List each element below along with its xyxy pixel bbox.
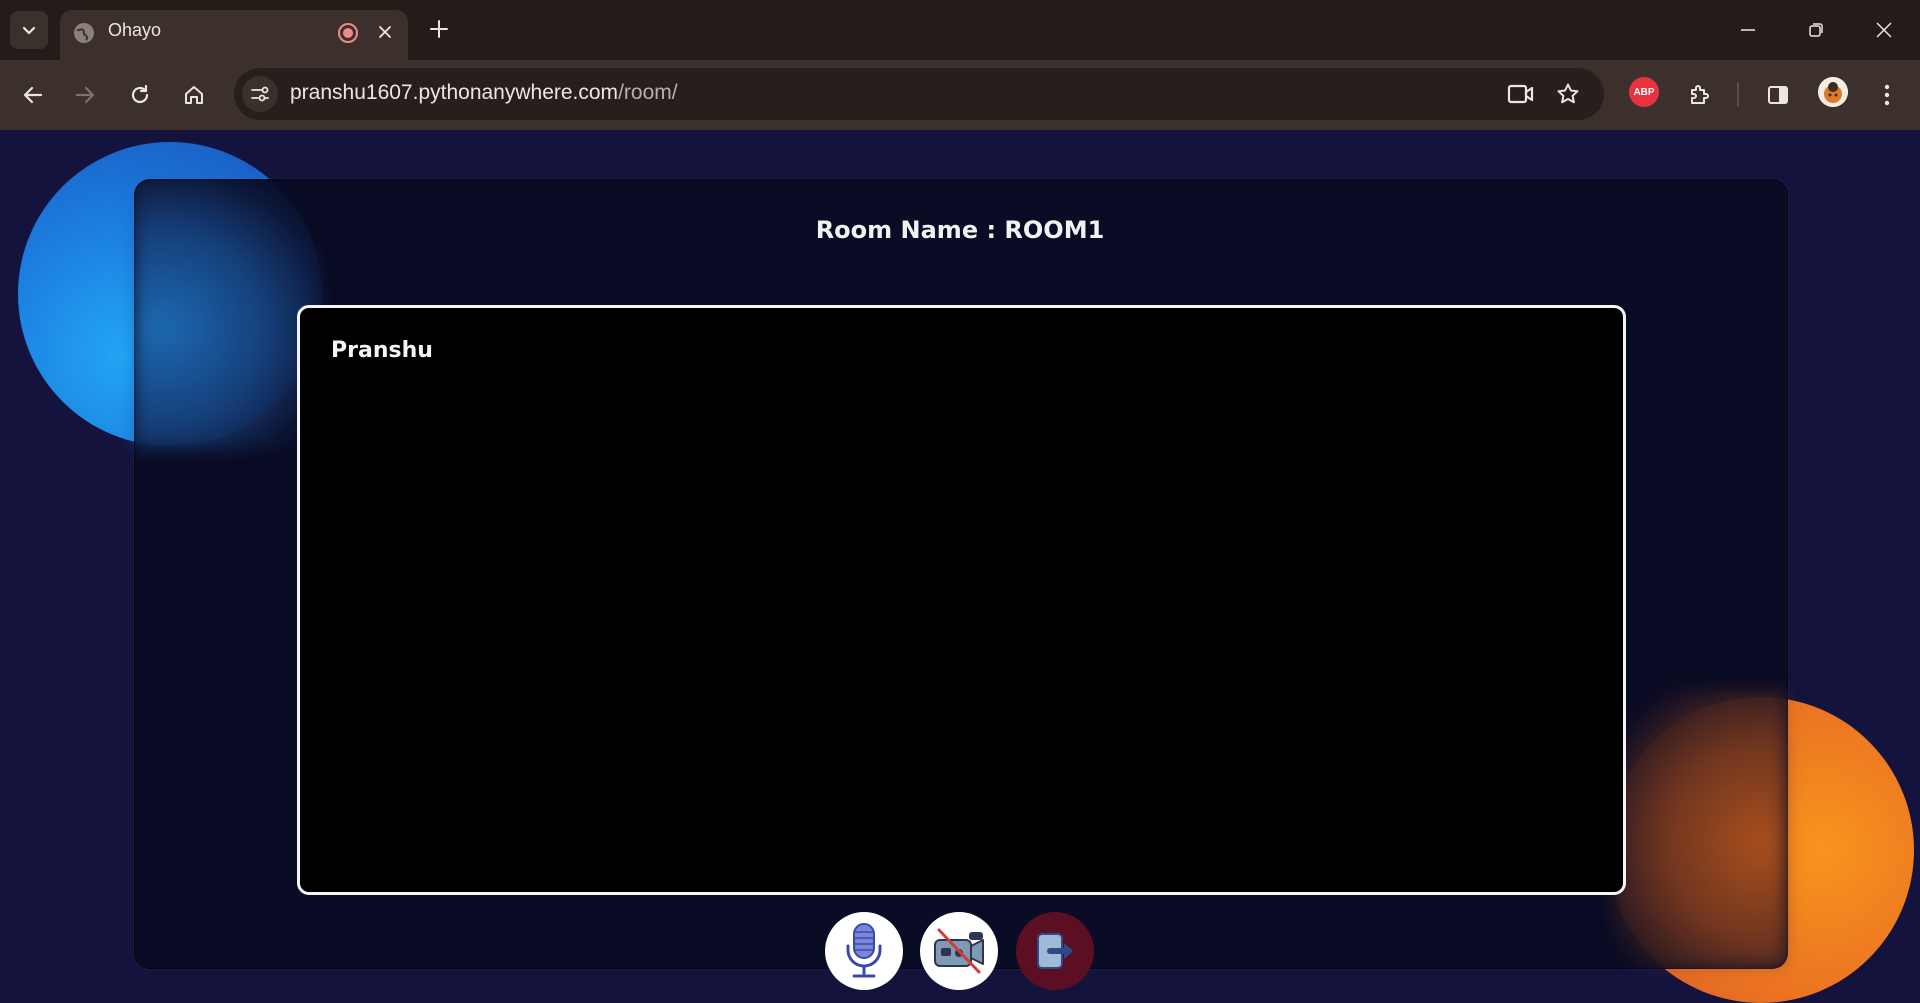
camera-permission-button[interactable]	[1506, 79, 1536, 109]
avatar[interactable]	[1818, 77, 1848, 107]
extensions-button[interactable]	[1680, 76, 1718, 114]
side-panel-icon	[1768, 86, 1788, 104]
room-label: Room Name :	[815, 216, 1005, 244]
close-window-button[interactable]	[1866, 13, 1902, 47]
restore-button[interactable]	[1798, 13, 1834, 47]
globe-icon	[74, 23, 94, 43]
camera-toggle-button[interactable]	[920, 912, 998, 990]
leave-room-button[interactable]	[1016, 912, 1094, 990]
forward-button[interactable]	[66, 76, 104, 114]
tab-title: Ohayo	[108, 20, 162, 40]
tab-close-button[interactable]	[372, 19, 398, 45]
address-bar[interactable]: pranshu1607.pythonanywhere.com/room/	[234, 68, 1604, 120]
camera-off-icon	[934, 928, 984, 974]
forward-icon	[75, 86, 95, 104]
toolbar-separator	[1737, 82, 1739, 106]
back-icon	[23, 86, 43, 104]
chevron-down-icon	[22, 26, 36, 35]
side-panel-button[interactable]	[1759, 76, 1797, 114]
new-tab-button[interactable]	[424, 14, 454, 44]
browser-tab[interactable]: Ohayo	[60, 10, 408, 60]
close-icon	[379, 26, 391, 38]
room-page: Room Name : ROOM1 Pranshu	[0, 130, 1920, 1003]
video-tile: Pranshu	[297, 305, 1626, 895]
room-title: Room Name : ROOM1	[0, 216, 1920, 244]
tab-strip: Ohayo	[0, 0, 1920, 60]
star-icon	[1557, 83, 1579, 104]
adblock-extension-button[interactable]: ABP	[1629, 77, 1659, 107]
microphone-icon	[846, 923, 882, 978]
browser-menu-button[interactable]	[1868, 76, 1906, 114]
browser-toolbar: pranshu1607.pythonanywhere.com/room/ ABP	[0, 60, 1920, 130]
leave-icon	[1037, 933, 1073, 969]
camera-icon	[1507, 84, 1534, 104]
profile-avatar-icon	[1818, 77, 1848, 107]
microphone-button[interactable]	[825, 912, 903, 990]
tab-search-button[interactable]	[10, 11, 48, 49]
participant-name: Pranshu	[331, 338, 433, 363]
site-settings-icon	[251, 86, 269, 102]
plus-icon	[430, 20, 448, 38]
url-host: pranshu1607.pythonanywhere.com	[290, 81, 619, 104]
reload-icon	[131, 84, 149, 104]
back-button[interactable]	[14, 76, 52, 114]
url-text: pranshu1607.pythonanywhere.com/room/	[290, 81, 678, 105]
minimize-button[interactable]	[1730, 13, 1766, 47]
bookmark-button[interactable]	[1553, 79, 1583, 109]
kebab-menu-icon	[1884, 84, 1890, 106]
restore-icon	[1809, 23, 1823, 37]
reload-button[interactable]	[121, 76, 159, 114]
panel-orange-glow	[1612, 690, 1786, 967]
site-settings-button[interactable]	[242, 76, 278, 112]
url-path: /room/	[618, 81, 678, 104]
home-icon	[185, 86, 203, 104]
room-name: ROOM1	[1004, 216, 1105, 244]
close-window-icon	[1876, 22, 1892, 38]
minimize-icon	[1741, 29, 1755, 31]
recording-icon	[338, 23, 358, 43]
home-button[interactable]	[175, 76, 213, 114]
extensions-icon	[1691, 85, 1709, 104]
